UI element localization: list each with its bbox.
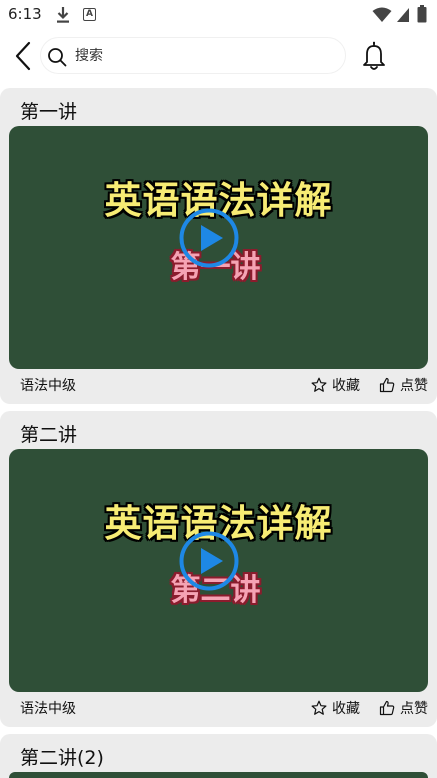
bell-icon[interactable]	[360, 41, 388, 71]
search-box[interactable]	[40, 37, 346, 74]
search-input[interactable]	[75, 46, 325, 66]
thumbs-up-icon	[379, 377, 395, 393]
like-label: 点赞	[400, 701, 428, 717]
video-thumbnail[interactable]: 英语语法详解 第二讲	[9, 449, 428, 692]
favorite-button[interactable]: 收藏	[311, 374, 360, 396]
play-icon[interactable]	[179, 208, 239, 268]
a-badge-icon: A	[83, 8, 96, 21]
star-icon	[311, 700, 327, 715]
thumbs-up-icon	[379, 700, 395, 716]
favorite-label: 收藏	[332, 701, 360, 717]
favorite-label: 收藏	[332, 378, 360, 394]
battery-icon	[417, 5, 427, 23]
play-icon[interactable]	[179, 531, 239, 591]
search-icon	[48, 48, 67, 67]
card-footer: 语法中级 收藏 点赞	[0, 369, 437, 401]
level-label: 语法中级	[20, 378, 76, 394]
like-button[interactable]: 点赞	[379, 697, 428, 719]
video-card-title: 第一讲	[20, 101, 78, 123]
like-button[interactable]: 点赞	[379, 374, 428, 396]
signal-icon	[397, 8, 409, 22]
back-arrow-icon[interactable]	[12, 40, 34, 72]
status-time: 6:13	[8, 5, 42, 23]
favorite-button[interactable]: 收藏	[311, 697, 360, 719]
top-bar	[0, 30, 437, 84]
video-card[interactable]: 第二讲 英语语法详解 第二讲 语法中级 收藏 点赞	[0, 411, 437, 727]
status-bar: 6:13 A	[0, 0, 437, 30]
video-card-title: 第二讲	[20, 424, 78, 446]
download-icon	[57, 7, 69, 23]
wifi-icon	[372, 7, 392, 22]
level-label: 语法中级	[20, 701, 76, 717]
video-card-title: 第二讲(2)	[20, 747, 104, 769]
video-card[interactable]: 第一讲 英语语法详解 第一讲 语法中级 收藏 点赞	[0, 88, 437, 404]
video-thumbnail[interactable]	[9, 772, 428, 778]
like-label: 点赞	[400, 378, 428, 394]
star-icon	[311, 377, 327, 392]
video-card[interactable]: 第二讲(2)	[0, 734, 437, 778]
card-footer: 语法中级 收藏 点赞	[0, 692, 437, 724]
video-thumbnail[interactable]: 英语语法详解 第一讲	[9, 126, 428, 369]
